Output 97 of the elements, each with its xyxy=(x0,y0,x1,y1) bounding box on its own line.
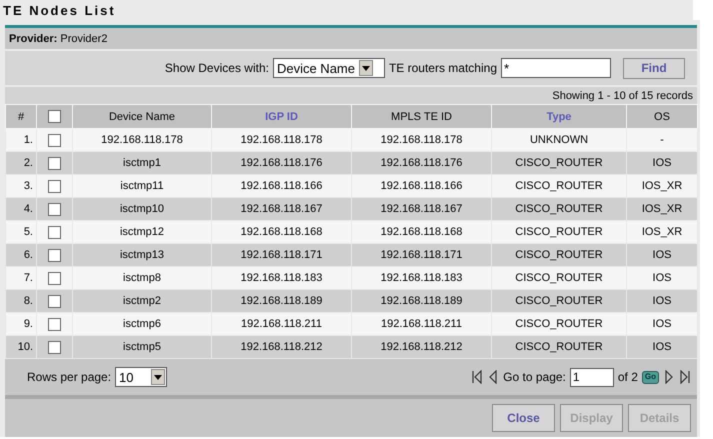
table-cell: 192.168.118.171 xyxy=(352,244,492,266)
match-input-field[interactable]: * xyxy=(501,58,611,78)
table-cell: 192.168.118.178 xyxy=(352,128,492,152)
table-cell: CISCO_ROUTER xyxy=(492,174,626,198)
table-cell: 192.168.118.212 xyxy=(352,336,492,358)
row-checkbox[interactable] xyxy=(48,340,61,354)
previous-page-icon[interactable] xyxy=(487,370,500,384)
find-button[interactable]: Find xyxy=(623,58,685,78)
rows-per-page-dropdown[interactable]: 10 xyxy=(115,367,168,387)
provider-label: Provider: xyxy=(9,32,58,44)
table-cell: isctmp2 xyxy=(72,290,212,312)
first-page-icon[interactable] xyxy=(471,370,484,384)
row-checkbox[interactable] xyxy=(48,248,61,262)
table-cell: 192.168.118.166 xyxy=(212,174,352,198)
table-cell: isctmp1 xyxy=(72,152,212,174)
table-cell: CISCO_ROUTER xyxy=(492,152,626,174)
table-cell: IOS xyxy=(626,152,698,174)
row-checkbox[interactable] xyxy=(48,202,61,216)
table-cell: isctmp12 xyxy=(72,220,212,244)
column-header[interactable]: Type xyxy=(492,104,626,128)
column-header: OS xyxy=(626,104,698,128)
table-cell: isctmp11 xyxy=(72,174,212,198)
table-cell: CISCO_ROUTER xyxy=(492,266,626,290)
page-count: of 2 xyxy=(618,370,638,384)
row-number: 3. xyxy=(6,174,36,198)
table-cell: 192.168.118.211 xyxy=(352,312,492,336)
table-cell: IOS xyxy=(626,266,698,290)
page-title: TE Nodes List xyxy=(3,2,116,18)
table-cell: 192.168.118.189 xyxy=(212,290,352,312)
action-button[interactable]: Close xyxy=(492,404,555,432)
rows-per-page-label: Rows per page: xyxy=(27,370,112,384)
device-filter-dropdown[interactable]: Device Name xyxy=(272,58,385,78)
table-cell: 192.168.118.171 xyxy=(212,244,352,266)
table-cell: isctmp5 xyxy=(72,336,212,358)
table-cell: isctmp10 xyxy=(72,198,212,220)
row-checkbox[interactable] xyxy=(48,272,61,284)
table-cell: 192.168.118.178 xyxy=(72,128,212,152)
row-checkbox[interactable] xyxy=(48,318,61,330)
table-cell: IOS_XR xyxy=(626,220,698,244)
table-cell: 192.168.118.183 xyxy=(212,266,352,290)
row-number: 9. xyxy=(6,312,36,336)
table-cell: 192.168.118.212 xyxy=(212,336,352,358)
table-cell: 192.168.118.166 xyxy=(352,174,492,198)
match-label: TE routers matching xyxy=(388,61,497,75)
record-summary: Showing 1 - 10 of 15 records xyxy=(552,90,693,102)
row-number: 10. xyxy=(6,336,36,358)
row-number: 2. xyxy=(6,152,36,174)
table-cell: CISCO_ROUTER xyxy=(492,244,626,266)
table-cell: IOS xyxy=(626,244,698,266)
table-cell: IOS xyxy=(626,290,698,312)
table-cell: 192.168.118.176 xyxy=(212,152,352,174)
next-page-icon[interactable] xyxy=(663,370,675,384)
table-cell: CISCO_ROUTER xyxy=(492,312,626,336)
row-number: 8. xyxy=(6,290,36,312)
go-to-page-label: Go to page: xyxy=(503,370,566,384)
table-cell: isctmp8 xyxy=(72,266,212,290)
table-cell: CISCO_ROUTER xyxy=(492,220,626,244)
row-checkbox[interactable] xyxy=(48,180,61,192)
provider-value: Provider2 xyxy=(60,32,108,44)
row-checkbox[interactable] xyxy=(48,226,61,238)
table-cell: UNKNOWN xyxy=(492,128,626,152)
column-header: MPLS TE ID xyxy=(352,104,492,128)
table-cell: 192.168.118.168 xyxy=(352,220,492,244)
table-cell: 192.168.118.167 xyxy=(352,198,492,220)
table-cell: 192.168.118.167 xyxy=(212,198,352,220)
row-number: 5. xyxy=(6,220,36,244)
row-number: 7. xyxy=(6,266,36,290)
table-cell: IOS xyxy=(626,312,698,336)
column-header: # xyxy=(6,104,36,128)
row-checkbox[interactable] xyxy=(48,156,61,170)
column-header: Device Name xyxy=(72,104,212,128)
table-cell: 192.168.118.183 xyxy=(352,266,492,290)
table-cell: isctmp6 xyxy=(72,312,212,336)
row-checkbox[interactable] xyxy=(48,134,61,146)
select-all-checkbox[interactable] xyxy=(48,110,61,123)
row-checkbox[interactable] xyxy=(48,294,61,308)
row-number: 1. xyxy=(6,128,36,152)
table-cell: 192.168.118.168 xyxy=(212,220,352,244)
page-input-field[interactable]: 1 xyxy=(570,368,614,386)
row-number: 6. xyxy=(6,244,36,266)
go-button[interactable]: Go xyxy=(642,370,659,384)
table-cell: CISCO_ROUTER xyxy=(492,290,626,312)
table-cell: 192.168.118.178 xyxy=(212,128,352,152)
table-cell: isctmp13 xyxy=(72,244,212,266)
table-cell: IOS_XR xyxy=(626,198,698,220)
column-header[interactable]: IGP ID xyxy=(212,104,352,128)
last-page-icon[interactable] xyxy=(679,370,691,384)
table-cell: CISCO_ROUTER xyxy=(492,336,626,358)
table-cell: CISCO_ROUTER xyxy=(492,198,626,220)
table-cell: - xyxy=(626,128,698,152)
table-cell: 192.168.118.211 xyxy=(212,312,352,336)
filter-label: Show Devices with: xyxy=(164,61,269,75)
table-cell: IOS_XR xyxy=(626,174,698,198)
row-number: 4. xyxy=(6,198,36,220)
table-cell: 192.168.118.176 xyxy=(352,152,492,174)
table-cell: 192.168.118.189 xyxy=(352,290,492,312)
table-cell: IOS xyxy=(626,336,698,358)
